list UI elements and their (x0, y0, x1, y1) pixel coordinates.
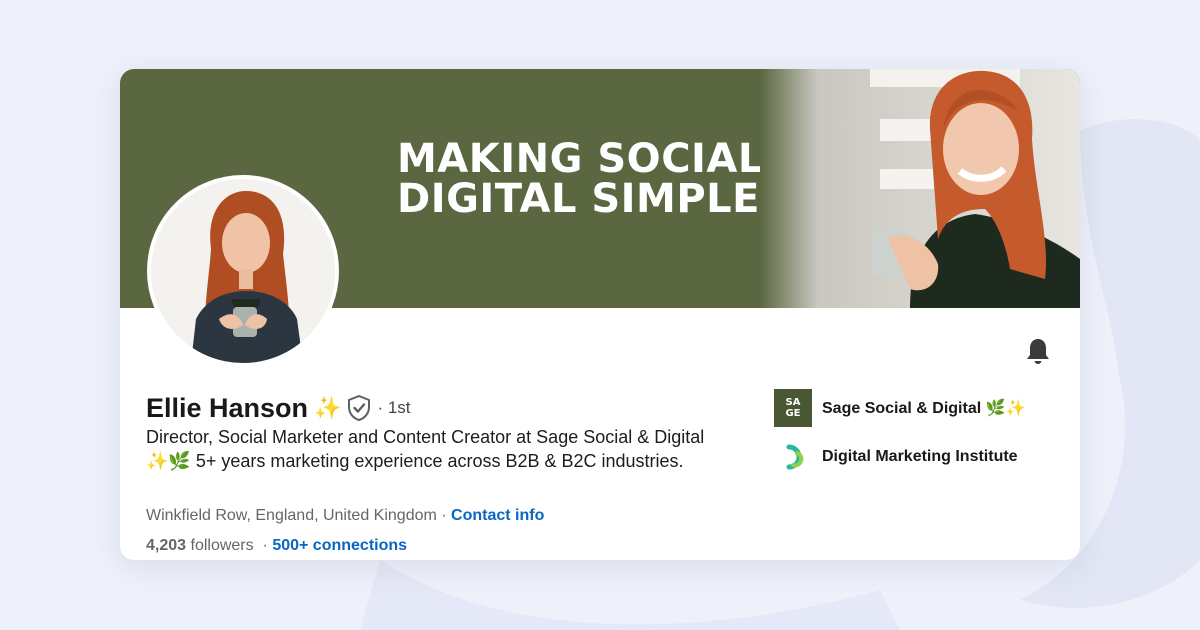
company-name: Digital Marketing Institute (822, 448, 1018, 465)
profile-avatar[interactable] (147, 175, 339, 367)
avatar-photo (151, 179, 335, 363)
profile-name: Ellie Hanson (146, 392, 309, 423)
sage-logo-text-1: SA (785, 397, 801, 408)
sparkles-emoji: ✨ (314, 395, 342, 420)
verified-shield-icon[interactable] (347, 395, 371, 421)
banner-headline-line-1: MAKING SOCIAL & (397, 136, 814, 182)
dmi-logo (774, 438, 812, 476)
banner-headline-line-2: DIGITAL SIMPLE. (397, 176, 776, 222)
stats-separator: · (262, 537, 273, 554)
sage-logo-text-2: GE (785, 408, 801, 419)
connections-link[interactable]: 500+ connections (272, 537, 407, 554)
profile-card: MAKING SOCIAL & DIGITAL SIMPLE. Ellie Ha… (120, 69, 1080, 560)
company-dmi[interactable]: Digital Marketing Institute (774, 438, 1018, 476)
followers-label: followers (190, 537, 254, 554)
profile-name-row: Ellie Hanson ✨ · 1st (146, 392, 411, 424)
bell-icon (1027, 339, 1049, 364)
followers-count: 4,203 (146, 537, 187, 554)
contact-info-link[interactable]: Contact info (451, 507, 544, 524)
company-name: Sage Social & Digital 🌿✨ (822, 400, 1026, 417)
connection-degree: · 1st (377, 398, 411, 417)
notification-bell-button[interactable] (1022, 335, 1054, 367)
profile-location: Winkfield Row, England, United Kingdom (146, 507, 437, 524)
profile-headline: Director, Social Marketer and Content Cr… (146, 427, 705, 471)
banner-photo (760, 69, 1080, 308)
banner-headline: MAKING SOCIAL & DIGITAL SIMPLE. (397, 139, 814, 219)
stats-row: 4,203 followers · 500+ connections (146, 537, 407, 555)
sage-logo: SA GE (774, 389, 812, 427)
location-row: Winkfield Row, England, United Kingdom ·… (146, 507, 544, 525)
company-sage[interactable]: SA GE Sage Social & Digital 🌿✨ (774, 389, 1025, 427)
location-separator: · (436, 507, 452, 524)
